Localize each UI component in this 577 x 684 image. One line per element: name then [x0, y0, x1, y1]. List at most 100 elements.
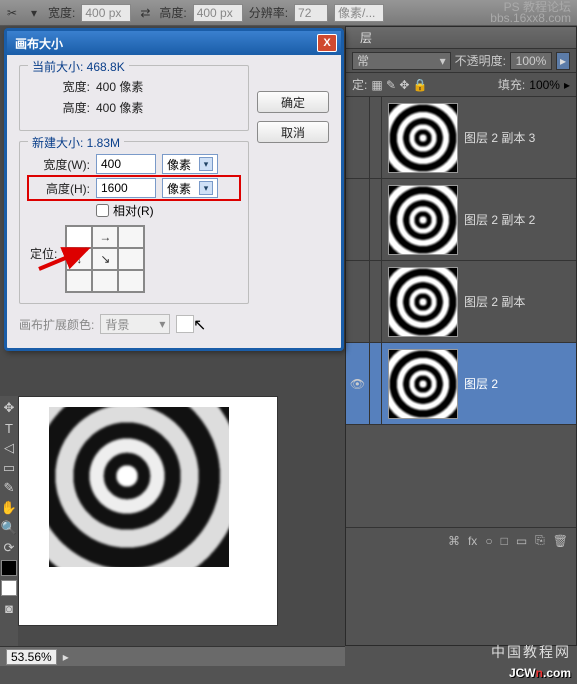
current-size-group: 当前大小: 468.8K 宽度:400 像素 高度:400 像素	[19, 65, 249, 131]
blend-row: 常▾ 不透明度: 100% ▸	[346, 49, 576, 73]
link-col	[370, 97, 382, 178]
tab-layers[interactable]: 层	[352, 26, 380, 49]
layers-footer: ⌘ fx ○ □ ▭ ⎘ 🗑	[346, 527, 576, 553]
opacity-label: 不透明度:	[455, 52, 506, 69]
new-width-input[interactable]	[96, 154, 156, 174]
layer-row[interactable]: 图层 2 副本 2	[346, 179, 576, 261]
zoom-field[interactable]: 53.56%	[6, 649, 57, 665]
path-sel-icon[interactable]: ✥	[1, 400, 17, 416]
ok-button[interactable]: 确定	[257, 91, 329, 113]
layer-name[interactable]: 图层 2 副本	[464, 293, 525, 310]
layer-name[interactable]: 图层 2	[464, 375, 498, 392]
anchor-mr[interactable]	[118, 248, 144, 270]
new-layer-icon[interactable]: ⎘	[535, 533, 545, 548]
zoom-icon[interactable]: 🔍	[1, 520, 17, 536]
watermark-en: JCWn.com	[509, 664, 571, 682]
new-height-input[interactable]	[96, 178, 156, 198]
rotate-icon[interactable]: ⟳	[1, 540, 17, 556]
dialog-titlebar[interactable]: 画布大小 X	[7, 31, 341, 55]
visibility-eye-icon[interactable]: 👁	[346, 343, 370, 424]
height-label: 高度:	[159, 4, 186, 21]
height-unit-select[interactable]: 像素▾	[162, 178, 218, 198]
watermark-top: PS 教程论坛bbs.16xx8.com	[490, 2, 571, 24]
extend-color-swatch[interactable]	[176, 315, 194, 333]
anchor-tc[interactable]: →	[92, 226, 118, 248]
width-unit-select[interactable]: 像素▾	[162, 154, 218, 174]
layer-list: 图层 2 副本 3 图层 2 副本 2 图层 2 副本 👁 图层 2	[346, 97, 576, 527]
visibility-icon[interactable]	[346, 179, 370, 260]
extend-color-select[interactable]: 背景▾	[100, 314, 170, 334]
relative-label: 相对(R)	[113, 202, 154, 219]
opacity-arrow-icon[interactable]: ▸	[556, 52, 570, 70]
panels-dock: 层 常▾ 不透明度: 100% ▸ 定: ▦ ✎ ✥ 🔒 填充: 100% ▸ …	[345, 26, 577, 646]
lock-label: 定:	[352, 76, 367, 93]
fill-arrow-icon[interactable]: ▸	[564, 78, 570, 92]
anchor-bl[interactable]	[66, 270, 92, 292]
layer-thumb[interactable]	[388, 267, 458, 337]
document-window[interactable]	[18, 396, 278, 626]
canvas-size-dialog: 画布大小 X 确定 取消 当前大小: 468.8K 宽度:400 像素 高度:4…	[4, 28, 344, 351]
canvas-image	[49, 407, 229, 567]
layer-name[interactable]: 图层 2 副本 3	[464, 129, 535, 146]
extend-label: 画布扩展颜色:	[19, 316, 94, 333]
chevron-down-icon[interactable]: ▾	[199, 181, 213, 195]
layer-name[interactable]: 图层 2 副本 2	[464, 211, 535, 228]
opacity-field[interactable]: 100%	[510, 52, 552, 70]
close-button[interactable]: X	[317, 34, 337, 52]
mask-icon[interactable]: ○	[485, 534, 492, 548]
layer-row[interactable]: 👁 图层 2	[346, 343, 576, 425]
shape-icon[interactable]: ▭	[1, 460, 17, 476]
group-icon[interactable]: ▭	[516, 534, 527, 548]
cur-height-label: 高度:	[30, 99, 90, 116]
lock-icons[interactable]: ▦ ✎ ✥ 🔒	[371, 78, 427, 92]
height-field[interactable]: 400 px	[193, 4, 243, 22]
resolution-label: 分辨率:	[249, 4, 288, 21]
width-label: 宽度:	[48, 4, 75, 21]
fill-label: 填充:	[498, 76, 525, 93]
anchor-tr[interactable]	[118, 226, 144, 248]
quickmask-icon[interactable]: ◙	[1, 600, 17, 616]
resolution-field[interactable]: 72	[294, 4, 328, 22]
swatch-fg[interactable]	[1, 560, 17, 576]
notes-icon[interactable]: ✎	[1, 480, 17, 496]
dropdown-icon[interactable]: ▾	[26, 5, 42, 21]
height-row-highlight: 高度(H): 像素▾	[30, 178, 238, 198]
layer-row[interactable]: 图层 2 副本	[346, 261, 576, 343]
layer-thumb[interactable]	[388, 103, 458, 173]
anchor-tl[interactable]	[66, 226, 92, 248]
width-field[interactable]: 400 px	[81, 4, 131, 22]
anchor-br[interactable]	[118, 270, 144, 292]
status-bar: 53.56% ▸	[0, 646, 345, 666]
crop-icon[interactable]: ✂	[4, 5, 20, 21]
visibility-icon[interactable]	[346, 97, 370, 178]
layer-row[interactable]: 图层 2 副本 3	[346, 97, 576, 179]
swatch-bg[interactable]	[1, 580, 17, 596]
trash-icon[interactable]: 🗑	[553, 534, 568, 548]
cancel-button[interactable]: 取消	[257, 121, 329, 143]
layer-thumb[interactable]	[388, 185, 458, 255]
type-icon[interactable]: T	[1, 420, 17, 436]
adjust-icon[interactable]: □	[501, 534, 508, 548]
hand-icon[interactable]: ✋	[1, 500, 17, 516]
blend-mode-select[interactable]: 常▾	[352, 52, 451, 70]
anchor-bc[interactable]	[92, 270, 118, 292]
anchor-label: 定位:	[30, 245, 57, 262]
panel-tabs: 层	[346, 27, 576, 49]
anchor-mc[interactable]: ↘	[92, 248, 118, 270]
relative-checkbox[interactable]	[96, 204, 109, 217]
resolution-unit[interactable]: 像素/...	[334, 4, 384, 22]
link-icon[interactable]: ⌘	[448, 534, 460, 548]
visibility-icon[interactable]	[346, 261, 370, 342]
layer-thumb[interactable]	[388, 349, 458, 419]
direct-sel-icon[interactable]: ◁	[1, 440, 17, 456]
fill-field[interactable]: 100%	[529, 78, 560, 92]
swap-icon[interactable]: ⇄	[137, 5, 153, 21]
fx-icon[interactable]: fx	[468, 534, 477, 548]
anchor-ml[interactable]: ↓	[66, 248, 92, 270]
chevron-down-icon[interactable]: ▾	[199, 157, 213, 171]
lock-row: 定: ▦ ✎ ✥ 🔒 填充: 100% ▸	[346, 73, 576, 97]
anchor-grid: → ↓ ↘	[65, 225, 145, 293]
cur-height-value: 400 像素	[96, 99, 143, 116]
extend-color-row: 画布扩展颜色: 背景▾	[19, 314, 329, 334]
status-arrow-icon[interactable]: ▸	[63, 650, 69, 664]
